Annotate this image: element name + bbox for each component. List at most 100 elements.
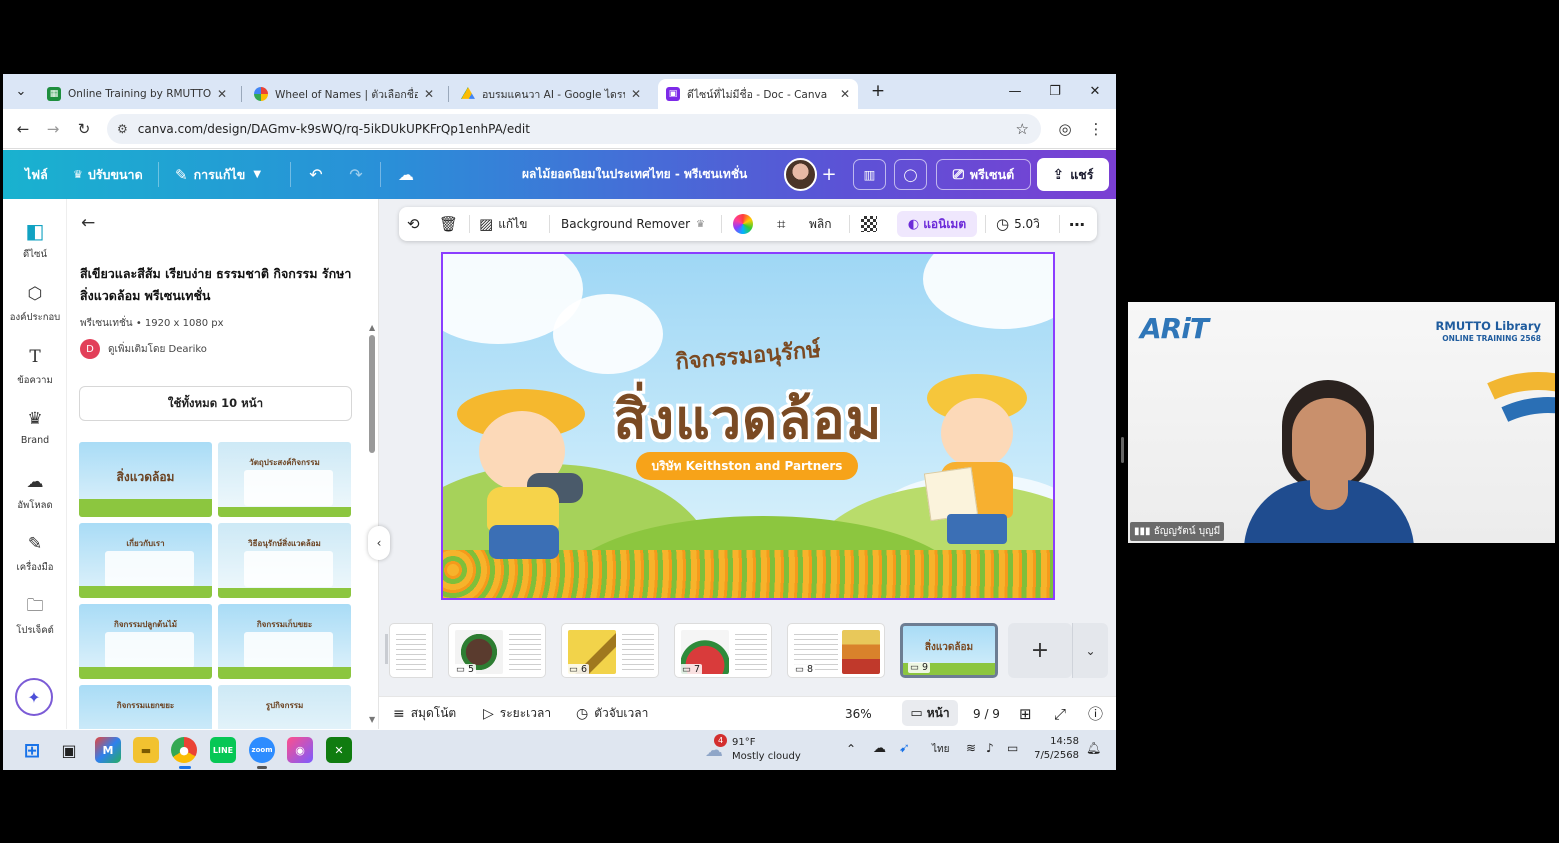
close-icon[interactable]: ✕ — [217, 87, 227, 101]
document-title[interactable]: ผลไม้ยอดนิยมในประเทศไทย - พรีเซนเทชั่น — [522, 150, 747, 199]
add-collaborator-icon[interactable]: + — [814, 161, 844, 188]
panel-scrollbar[interactable] — [369, 335, 375, 453]
file-explorer-icon[interactable]: ▬ — [133, 737, 159, 763]
avatar[interactable] — [784, 158, 817, 191]
url-field[interactable]: ⚙ canva.com/design/DAGmv-k9sWQ/rq-5ikDUk… — [107, 114, 1041, 144]
tab-canva[interactable]: ▣ ดีไซน์ที่ไม่มีชื่อ - Doc - Canva ✕ — [658, 79, 858, 109]
magic-sparkle-icon[interactable]: ✦ — [15, 678, 53, 716]
cloud-save-icon[interactable]: ☁ — [391, 161, 421, 188]
fullscreen-icon[interactable]: ⤢ — [1054, 697, 1066, 730]
transparency-checker-icon[interactable] — [861, 207, 877, 241]
template-author[interactable]: D ดูเพิ่มเติมโดย Deariko — [80, 339, 207, 359]
use-all-pages-button[interactable]: ใช้ทั้งหมด 10 หน้า — [79, 386, 352, 421]
page-thumb-partial[interactable] — [389, 623, 433, 678]
file-menu[interactable]: ไฟล์ — [25, 150, 48, 199]
battery-icon[interactable]: ▭ — [1007, 741, 1018, 755]
new-tab-button[interactable]: + — [863, 80, 893, 102]
weather-desc[interactable]: Mostly cloudy — [732, 751, 801, 762]
rail-item-brand[interactable]: ♛ Brand — [3, 405, 67, 461]
share-button[interactable]: ⇪ แชร์ — [1037, 158, 1109, 191]
location-icon[interactable]: ➹ — [899, 741, 910, 756]
page-thumb[interactable]: ▭ 7 — [674, 623, 772, 678]
animate-button[interactable]: ◐ แอนิเมต — [897, 211, 977, 237]
restore-button[interactable]: ❐ — [1040, 80, 1070, 102]
close-icon[interactable]: ✕ — [631, 87, 641, 101]
input-language[interactable]: ไทย — [932, 742, 949, 757]
xbox-icon[interactable]: ✕ — [326, 737, 352, 763]
microsoft-365-icon[interactable]: M — [95, 737, 121, 763]
edit-image-button[interactable]: ▨ แก้ไข — [479, 207, 527, 241]
crop-icon[interactable]: ⌗ — [777, 207, 790, 241]
timeline-button[interactable]: ▷ ระยะเวลา — [483, 697, 551, 730]
page-counter[interactable]: 9 / 9 — [973, 697, 1000, 730]
template-thumb[interactable]: กิจกรรมเก็บขยะ — [218, 604, 351, 679]
editing-mode-button[interactable]: ✎ การแก้ไข ▼ — [175, 150, 261, 199]
windows-start-icon[interactable]: ⊞ — [19, 737, 45, 763]
grid-view-icon[interactable]: ⊞ — [1019, 697, 1032, 730]
volume-icon[interactable]: ♪ — [986, 741, 994, 755]
rail-item-upload[interactable]: ☁ อัพโหลด — [3, 468, 67, 524]
forward-button[interactable]: → — [41, 117, 65, 141]
clock-date[interactable]: 7/5/2568 — [1033, 750, 1079, 761]
slide-company-pill[interactable]: บริษัท Keithston and Partners — [636, 452, 858, 480]
duration-button[interactable]: ◷ 5.0วิ — [996, 207, 1040, 241]
page-thumb[interactable]: ▭ 6 — [561, 623, 659, 678]
bookmark-star-icon[interactable]: ☆ — [1016, 120, 1029, 138]
template-thumb[interactable]: วัตถุประสงค์กิจกรรม — [218, 442, 351, 517]
zoom-level[interactable]: 36% — [845, 697, 872, 730]
tab-wheel-of-names[interactable]: Wheel of Names | ตัวเลือกชื่อแบบ ✕ — [246, 79, 442, 109]
background-remover-button[interactable]: Background Remover ♛ — [561, 207, 705, 241]
rail-item-tools[interactable]: ✎ เครื่องมือ — [3, 530, 67, 586]
split-divider[interactable] — [1121, 437, 1124, 463]
color-picker[interactable] — [733, 207, 753, 241]
copilot-icon[interactable]: ◉ — [287, 737, 313, 763]
tab-online-training[interactable]: ▦ Online Training by RMUTTO Lib ✕ — [39, 79, 235, 109]
site-info-icon[interactable]: ⚙ — [117, 122, 128, 136]
page-thumb[interactable]: ▭ 8 — [787, 623, 885, 678]
more-options-icon[interactable]: ⋯ — [1069, 207, 1085, 241]
help-icon[interactable]: ⓘ — [1088, 697, 1103, 730]
chrome-icon[interactable]: ● — [171, 737, 197, 763]
scroll-up-icon[interactable]: ▲ — [369, 323, 375, 332]
flip-button[interactable]: พลิก — [809, 207, 832, 241]
add-page-options-chevron-icon[interactable]: ⌄ — [1072, 623, 1108, 678]
task-view-icon[interactable]: ▣ — [56, 737, 82, 763]
slide-canvas[interactable]: กิจกรรมอนุรักษ์ สิ่งแวดล้อม บริษัท Keith… — [441, 252, 1055, 600]
onedrive-icon[interactable]: ☁ — [873, 741, 886, 756]
delete-trash-icon[interactable]: 🗑 — [439, 207, 463, 241]
reload-button[interactable]: ↻ — [72, 117, 96, 141]
pages-view-button[interactable]: ▭ หน้า — [902, 700, 958, 726]
back-button[interactable]: ← — [11, 117, 35, 141]
timer-button[interactable]: ◷ ตัวจับเวลา — [576, 697, 648, 730]
template-thumb[interactable]: วิธีอนุรักษ์สิ่งแวดล้อม — [218, 523, 351, 598]
rail-item-design[interactable]: ◧ ดีไซน์ — [3, 217, 67, 273]
add-page-button[interactable]: + — [1008, 623, 1072, 678]
menu-kebab-icon[interactable]: ⋮ — [1084, 117, 1108, 141]
back-arrow-icon[interactable]: ← — [81, 213, 95, 233]
tray-chevron-up-icon[interactable]: ⌃ — [846, 742, 856, 756]
undo-icon[interactable]: ↶ — [301, 161, 331, 188]
tab-google-drive[interactable]: อบรมแคนวา AI - Google ไดรฟ์ ✕ — [453, 79, 649, 109]
scroll-down-icon[interactable]: ▼ — [369, 715, 375, 724]
template-thumb[interactable]: สิ่งแวดล้อม — [79, 442, 212, 517]
close-window-button[interactable]: ✕ — [1080, 80, 1110, 102]
boy-illustration[interactable] — [923, 374, 1033, 574]
profile-icon[interactable]: ◎ — [1053, 117, 1077, 141]
page-thumb-selected[interactable]: สิ่งแวดล้อม ▭ 9 — [900, 623, 998, 678]
rail-item-projects[interactable]: 🗀 โปรเจ็คต์ — [3, 593, 67, 649]
redo-icon[interactable]: ↷ — [341, 161, 371, 188]
notification-bell-icon[interactable]: 🔔︎ — [1086, 741, 1101, 755]
template-thumb[interactable]: เกี่ยวกับเรา — [79, 523, 212, 598]
insights-chart-icon[interactable]: ▥ — [853, 159, 886, 190]
resize-button[interactable]: ♛ ปรับขนาด — [73, 150, 143, 199]
rail-item-text[interactable]: T ข้อความ — [3, 343, 67, 399]
template-thumb[interactable]: รูปกิจกรรม — [218, 685, 351, 729]
zoom-icon[interactable]: zoom — [249, 737, 275, 763]
page-thumb[interactable]: ▭ 5 — [448, 623, 546, 678]
replace-image-icon[interactable]: ⟲ — [407, 207, 425, 241]
clock-time[interactable]: 14:58 — [1037, 736, 1079, 747]
notes-button[interactable]: ≡ สมุดโน้ต — [393, 697, 456, 730]
weather-temp[interactable]: 91°F — [732, 737, 755, 748]
minimize-button[interactable]: — — [1000, 80, 1030, 102]
line-icon[interactable]: LINE — [210, 737, 236, 763]
